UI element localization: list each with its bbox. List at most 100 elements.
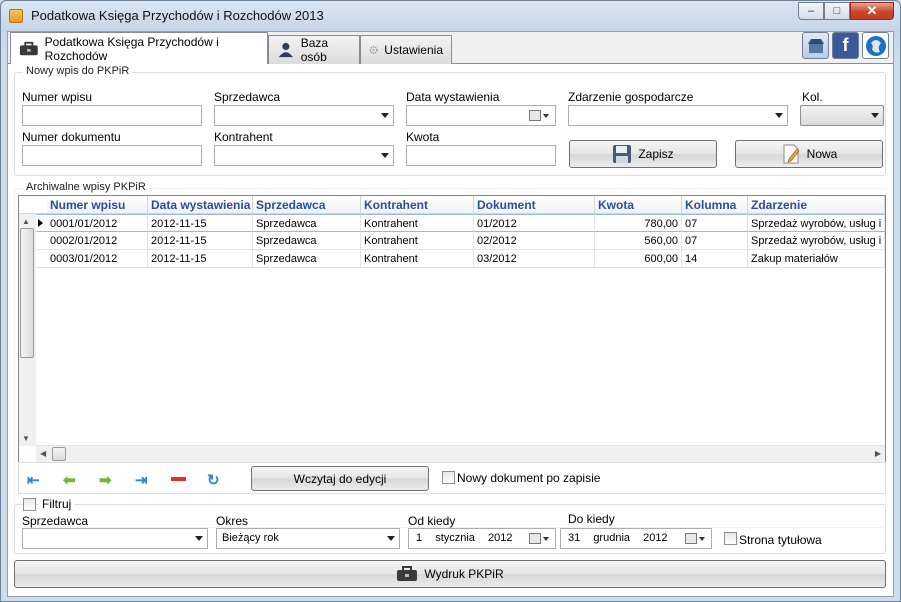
numer-dokumentu-input[interactable] [22, 145, 202, 166]
chevron-down-icon [387, 536, 395, 541]
window-title: Podatkowa Księga Przychodów i Rozchodów … [31, 8, 324, 23]
kontrahent-combo[interactable] [214, 145, 394, 166]
minimize-button[interactable]: ‒ [798, 2, 824, 20]
okres-value: Bieżący rok [222, 532, 279, 544]
do-day: 31 [568, 532, 581, 544]
kol-label: Kol. [802, 90, 823, 104]
col-kolumna[interactable]: Kolumna [682, 196, 748, 214]
previous-record-icon[interactable]: ⬅ [63, 471, 76, 489]
cell: 780,00 [595, 214, 682, 232]
close-button[interactable]: ✕ [850, 2, 894, 20]
person-icon [278, 42, 293, 58]
col-data-wystawienia[interactable]: Data wystawienia [148, 196, 253, 214]
scroll-up-icon[interactable]: ▲ [22, 217, 30, 226]
cell: 07 [682, 214, 748, 232]
shop-icon[interactable] [802, 32, 829, 59]
tab-ustawienia[interactable]: Ustawienia [360, 35, 452, 64]
delete-record-icon[interactable] [171, 477, 186, 481]
cell: Sprzedaż wyrobów, usług i t [748, 214, 885, 232]
col-numer-wpisu[interactable]: Numer wpisu [47, 196, 148, 214]
tab-pkpir[interactable]: Podatkowa Księga Przychodów i Rozchodów [10, 32, 268, 64]
tab-baza-osob[interactable]: Baza osób [268, 35, 360, 64]
scroll-thumb[interactable] [20, 228, 34, 358]
calendar-icon[interactable] [685, 533, 705, 544]
calendar-icon[interactable] [529, 533, 549, 544]
cell: Sprzedawca [253, 214, 361, 232]
numer-wpisu-input[interactable] [22, 105, 202, 126]
do-month: grudnia [593, 532, 631, 544]
scroll-left-icon[interactable]: ◀ [40, 449, 46, 458]
facebook-icon[interactable]: f [832, 32, 859, 59]
kontrahent-label: Kontrahent [214, 130, 273, 144]
next-record-icon[interactable]: ➡ [99, 471, 112, 489]
wczytaj-button[interactable]: Wczytaj do edycji [251, 466, 429, 491]
data-wystawienia-picker[interactable] [406, 105, 556, 126]
cell: 02/2012 [474, 232, 595, 250]
filter-label: Filtruj [39, 497, 75, 511]
od-kiedy-picker[interactable]: 1 stycznia 2012 [408, 528, 556, 549]
col-zdarzenie[interactable]: Zdarzenie [748, 196, 885, 214]
cell: 0003/01/2012 [47, 250, 148, 268]
client-area: Podatkowa Księga Przychodów i Rozchodów … [7, 31, 894, 597]
strona-tytulowa-checkbox[interactable] [724, 532, 737, 545]
cell: Sprzedawca [253, 250, 361, 268]
chevron-down-icon [381, 113, 389, 118]
filter-sprzedawca-combo[interactable] [22, 528, 208, 549]
filter-sprzedawca-label: Sprzedawca [22, 514, 89, 528]
archive-group-title: Archiwalne wpisy PKPiR [23, 181, 149, 193]
globe-icon[interactable] [862, 32, 889, 59]
wydruk-button[interactable]: Wydruk PKPiR [14, 560, 886, 588]
table-row[interactable]: 0003/01/2012 2012-11-15 Sprzedawca Kontr… [19, 250, 885, 268]
table-header: Numer wpisu Data wystawienia Sprzedawca … [19, 196, 885, 214]
calendar-icon[interactable] [529, 110, 549, 121]
cell: 560,00 [595, 232, 682, 250]
col-dokument[interactable]: Dokument [474, 196, 595, 214]
sprzedawca-combo[interactable] [214, 105, 394, 126]
cell: 2012-11-15 [148, 250, 253, 268]
chevron-down-icon [871, 113, 879, 118]
okres-combo[interactable]: Bieżący rok [216, 528, 400, 549]
table-row[interactable]: 0001/01/2012 2012-11-15 Sprzedawca Kontr… [19, 214, 885, 232]
row-pointer-icon [38, 219, 43, 227]
refresh-icon[interactable]: ↻ [207, 471, 220, 489]
cell: 14 [682, 250, 748, 268]
cell: Sprzedawca [253, 232, 361, 250]
main-window: Podatkowa Księga Przychodów i Rozchodów … [0, 0, 901, 602]
kwota-input[interactable] [406, 145, 556, 166]
last-record-icon[interactable]: ⇥ [135, 471, 148, 489]
archive-table[interactable]: Numer wpisu Data wystawienia Sprzedawca … [18, 195, 886, 463]
filter-checkbox[interactable] [23, 498, 36, 511]
maximize-button[interactable]: □ [824, 2, 850, 20]
od-day: 1 [416, 532, 423, 544]
scroll-right-icon[interactable]: ▶ [875, 449, 881, 458]
pkpir-panel: Nowy wpis do PKPiR Numer wpisu Sprzedawc… [8, 64, 893, 596]
chevron-down-icon [381, 153, 389, 158]
title-bar: Podatkowa Księga Przychodów i Rozchodów … [1, 1, 900, 31]
do-kiedy-label: Do kiedy [568, 512, 615, 526]
col-sprzedawca[interactable]: Sprzedawca [253, 196, 361, 214]
tab-pkpir-label: Podatkowa Księga Przychodów i Rozchodów [44, 34, 219, 63]
nowa-label: Nowa [806, 147, 838, 161]
first-record-icon[interactable]: ⇤ [27, 471, 40, 489]
chevron-down-icon [775, 113, 783, 118]
vertical-scrollbar[interactable]: ▲ ▼ [19, 214, 36, 446]
col-kontrahent[interactable]: Kontrahent [361, 196, 474, 214]
briefcase-icon [397, 566, 418, 581]
hscroll-thumb[interactable] [52, 447, 66, 461]
horizontal-scrollbar[interactable]: ◀ ▶ [36, 445, 885, 462]
tab-ustawienia-label: Ustawienia [384, 43, 443, 57]
col-kwota[interactable]: Kwota [595, 196, 682, 214]
table-row[interactable]: 0002/01/2012 2012-11-15 Sprzedawca Kontr… [19, 232, 885, 250]
cell: Kontrahent [361, 214, 474, 232]
nowa-button[interactable]: Nowa [735, 140, 883, 168]
zapisz-label: Zapisz [638, 147, 674, 161]
briefcase-icon [19, 41, 38, 55]
scroll-down-icon[interactable]: ▼ [22, 434, 30, 443]
kwota-label: Kwota [406, 130, 440, 144]
kol-combo[interactable] [800, 105, 884, 126]
cell: 01/2012 [474, 214, 595, 232]
do-kiedy-picker[interactable]: 31 grudnia 2012 [560, 528, 712, 549]
zapisz-button[interactable]: Zapisz [569, 140, 717, 168]
zdarzenie-combo[interactable] [568, 105, 788, 126]
new-after-save-checkbox[interactable] [442, 471, 455, 484]
